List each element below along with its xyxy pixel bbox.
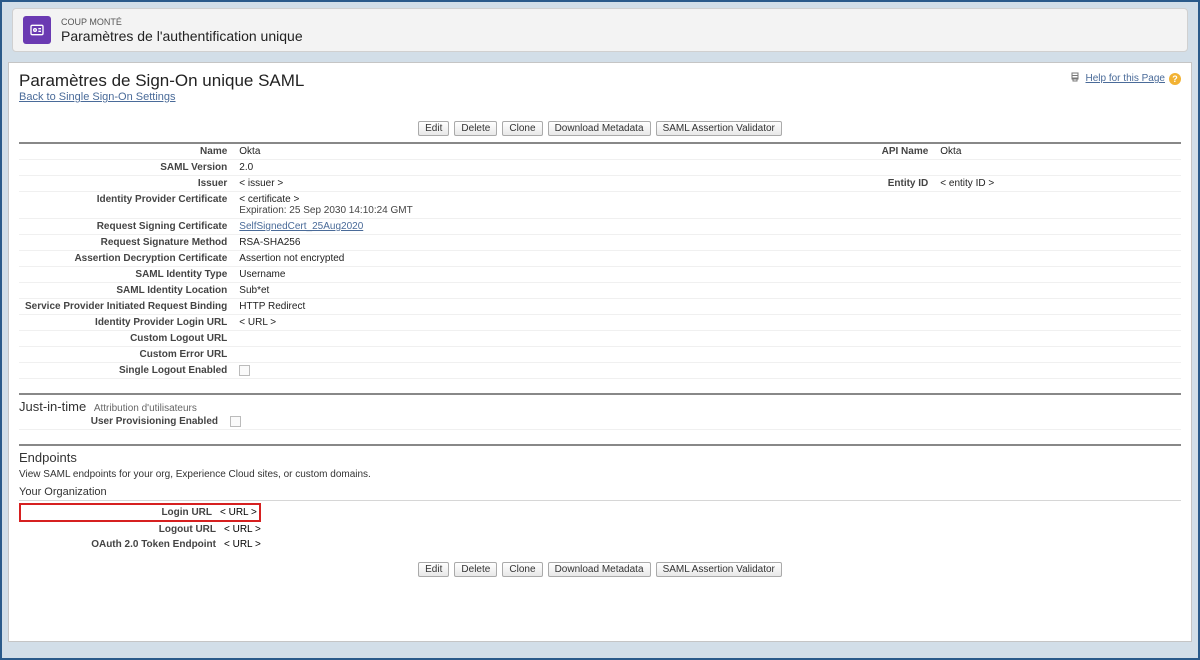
value-idp-login-url: < URL > <box>233 315 814 331</box>
help-icon[interactable]: ? <box>1169 73 1181 85</box>
breadcrumb: COUP MONTÉ <box>61 17 303 27</box>
label-oauth-ep: OAuth 2.0 Token Endpoint <box>19 537 224 552</box>
label-user-prov: User Provisioning Enabled <box>19 414 224 430</box>
label-saml-id-type: SAML Identity Type <box>19 267 233 283</box>
value-custom-error <box>233 347 814 363</box>
value-entity-id: < entity ID > <box>934 176 1181 192</box>
help-link[interactable]: Help for this Page <box>1086 73 1166 84</box>
value-req-sig-method: RSA-SHA256 <box>233 235 814 251</box>
user-prov-checkbox <box>230 416 241 427</box>
jit-heading: Just-in-time <box>19 399 86 414</box>
value-login-url: < URL > <box>220 505 257 520</box>
page-title: Paramètres de Sign-On unique SAML <box>19 71 304 91</box>
value-saml-version: 2.0 <box>233 160 814 176</box>
back-link[interactable]: Back to Single Sign-On Settings <box>19 91 176 103</box>
value-idp-cert: < certificate > Expiration: 25 Sep 2030 … <box>233 192 814 219</box>
endpoint-logout-row: Logout URL < URL > <box>19 522 1181 537</box>
value-issuer: < issuer > <box>233 176 814 192</box>
label-saml-id-loc: SAML Identity Location <box>19 283 233 299</box>
value-req-sign-cert[interactable]: SelfSignedCert_25Aug2020 <box>239 221 363 232</box>
clone-button[interactable]: Clone <box>502 562 542 577</box>
saml-assertion-validator-button[interactable]: SAML Assertion Validator <box>656 562 782 577</box>
label-req-sig-method: Request Signature Method <box>19 235 233 251</box>
label-custom-logout: Custom Logout URL <box>19 331 233 347</box>
delete-button[interactable]: Delete <box>454 121 497 136</box>
label-idp-cert: Identity Provider Certificate <box>19 192 233 219</box>
setup-icon <box>23 16 51 44</box>
value-saml-id-type: Username <box>233 267 814 283</box>
single-logout-checkbox <box>239 365 250 376</box>
login-url-highlight: Login URL < URL > <box>19 503 261 522</box>
value-idp-cert-name: < certificate > <box>239 194 299 205</box>
label-sp-binding: Service Provider Initiated Request Bindi… <box>19 299 233 315</box>
label-assert-decrypt: Assertion Decryption Certificate <box>19 251 233 267</box>
label-issuer: Issuer <box>19 176 233 192</box>
label-custom-error: Custom Error URL <box>19 347 233 363</box>
value-sp-binding: HTTP Redirect <box>233 299 814 315</box>
endpoints-section-head: Endpoints <box>19 444 1181 465</box>
label-login-url: Login URL <box>23 505 220 520</box>
download-metadata-button[interactable]: Download Metadata <box>548 562 651 577</box>
value-custom-logout <box>233 331 814 347</box>
label-logout-url: Logout URL <box>19 522 224 537</box>
value-assert-decrypt: Assertion not encrypted <box>233 251 814 267</box>
value-name: Okta <box>233 143 814 160</box>
value-idp-cert-exp: Expiration: 25 Sep 2030 14:10:24 GMT <box>239 205 412 216</box>
value-logout-url: < URL > <box>224 522 261 537</box>
toolbar-bottom: Edit Delete Clone Download Metadata SAML… <box>19 562 1181 577</box>
detail-table: Name Okta API Name Okta SAML Version 2.0… <box>19 142 1181 379</box>
print-icon[interactable] <box>1068 71 1082 86</box>
label-entity-id: Entity ID <box>814 176 934 192</box>
label-single-logout: Single Logout Enabled <box>19 363 233 379</box>
value-oauth-ep: < URL > <box>224 537 261 552</box>
page-header: COUP MONTÉ Paramètres de l'authentificat… <box>12 8 1188 52</box>
value-api-name: Okta <box>934 143 1181 160</box>
edit-button[interactable]: Edit <box>418 562 449 577</box>
jit-sub: Attribution d'utilisateurs <box>94 403 197 414</box>
endpoints-org-label: Your Organization <box>19 486 1181 501</box>
page-header-title: Paramètres de l'authentification unique <box>61 28 303 44</box>
label-idp-login-url: Identity Provider Login URL <box>19 315 233 331</box>
label-api-name: API Name <box>814 143 934 160</box>
jit-section-head: Just-in-time Attribution d'utilisateurs <box>19 393 1181 414</box>
download-metadata-button[interactable]: Download Metadata <box>548 121 651 136</box>
endpoint-login-row: Login URL < URL > <box>19 503 1181 522</box>
label-name: Name <box>19 143 233 160</box>
value-saml-id-loc: Sub*et <box>233 283 814 299</box>
endpoints-note: View SAML endpoints for your org, Experi… <box>19 469 1181 480</box>
label-req-sign-cert: Request Signing Certificate <box>19 219 233 235</box>
endpoints-heading: Endpoints <box>19 450 77 465</box>
edit-button[interactable]: Edit <box>418 121 449 136</box>
label-saml-version: SAML Version <box>19 160 233 176</box>
clone-button[interactable]: Clone <box>502 121 542 136</box>
saml-assertion-validator-button[interactable]: SAML Assertion Validator <box>656 121 782 136</box>
delete-button[interactable]: Delete <box>454 562 497 577</box>
endpoint-oauth-row: OAuth 2.0 Token Endpoint < URL > <box>19 537 1181 552</box>
toolbar-top: Edit Delete Clone Download Metadata SAML… <box>19 121 1181 136</box>
